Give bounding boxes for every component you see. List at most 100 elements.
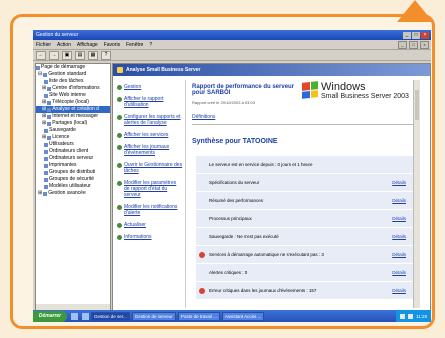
task-icon bbox=[117, 181, 122, 186]
tree-item-users[interactable]: Utilisateurs bbox=[36, 141, 110, 148]
show-tree-icon[interactable]: ▤ bbox=[75, 50, 85, 60]
task-gestion[interactable]: Gestion bbox=[117, 84, 183, 90]
tree-item-distribution-groups[interactable]: Groupes de distributi bbox=[36, 169, 110, 176]
help-icon[interactable]: ? bbox=[101, 50, 111, 60]
scrollbar-thumb[interactable] bbox=[415, 90, 419, 120]
details-link[interactable]: Détails bbox=[392, 288, 406, 293]
task-view-services[interactable]: Afficher les services bbox=[117, 132, 183, 138]
table-row: Services à démarrage automatique ne s'ex… bbox=[196, 246, 414, 263]
task-modify-alerts[interactable]: Modifier les notifications d'alerte bbox=[117, 204, 183, 216]
report-separator bbox=[192, 124, 414, 125]
tree-item-license[interactable]: ⊞ Licence bbox=[36, 134, 110, 141]
tree-item-user-templates[interactable]: Modèles utilisateur bbox=[36, 183, 110, 190]
collapse-icon: ⊟ bbox=[38, 71, 43, 77]
fax-icon bbox=[47, 100, 52, 105]
tree-item-standard-management[interactable]: ⊟ Gestion standard bbox=[36, 71, 110, 78]
taskbar-button-gestion[interactable]: Gestion de ser... bbox=[91, 311, 130, 321]
printer-icon bbox=[44, 163, 48, 168]
tree-item-task-list[interactable]: liste des tâches bbox=[36, 78, 110, 85]
screenshot-window: Gestion du serveur _ □ × Fichier Action … bbox=[33, 30, 431, 322]
task-open-task-manager[interactable]: Ouvrir le Gestionnaire des tâches bbox=[117, 162, 183, 174]
tree-item-client-computers[interactable]: Ordinateurs client bbox=[36, 148, 110, 155]
info-icon bbox=[47, 86, 52, 91]
tray-volume-icon[interactable] bbox=[408, 313, 414, 319]
up-folder-icon[interactable]: ▣ bbox=[62, 50, 72, 60]
back-arrow-icon[interactable]: ← bbox=[36, 50, 46, 60]
menu-help[interactable]: ? bbox=[149, 42, 152, 48]
tree-item-printers[interactable]: Imprimantes bbox=[36, 162, 110, 169]
task-view-event-logs[interactable]: Afficher les journaux d'événements bbox=[117, 144, 183, 156]
expand-icon: ⊞ bbox=[42, 113, 47, 119]
users-icon bbox=[44, 142, 48, 147]
task-modify-report-settings[interactable]: Modifier les paramètres de rapport d'éta… bbox=[117, 180, 183, 198]
details-link[interactable]: Détails bbox=[392, 252, 406, 257]
quick-launch-icon[interactable] bbox=[71, 312, 78, 320]
export-icon[interactable]: ▦ bbox=[88, 50, 98, 60]
start-button[interactable]: Démarrer bbox=[33, 310, 67, 322]
task-refresh[interactable]: Actualiser bbox=[117, 222, 183, 228]
task-configure-reports[interactable]: Configurer les rapports et alertes de l'… bbox=[117, 114, 183, 126]
details-link[interactable]: Détails bbox=[392, 234, 406, 239]
tree-item-internet-messaging[interactable]: ⊞ Internet et messager bbox=[36, 113, 110, 120]
tree-item-monitoring[interactable]: ⊞ Analyse et création d bbox=[36, 106, 110, 113]
menu-file[interactable]: Fichier bbox=[36, 42, 51, 48]
taskbar-button-gestion-serveur[interactable]: Gestion de serveur bbox=[131, 311, 176, 321]
minimize-button[interactable]: _ bbox=[403, 31, 411, 39]
details-pane: Analyse Small Business Server Gestion Af… bbox=[112, 63, 431, 311]
report-vertical-scrollbar[interactable] bbox=[413, 80, 420, 308]
maximize-button[interactable]: □ bbox=[412, 31, 420, 39]
tree-item-internal-website[interactable]: Site Web interne bbox=[36, 92, 110, 99]
menu-view[interactable]: Affichage bbox=[77, 42, 98, 48]
menu-favorites[interactable]: Favoris bbox=[104, 42, 120, 48]
table-row: Erreur critiques dans les journaux d'évé… bbox=[196, 282, 414, 299]
details-link[interactable]: Détails bbox=[392, 270, 406, 275]
table-row: Processus principaux Détails bbox=[196, 210, 414, 227]
report-title: Rapport de performance du serveur pour S… bbox=[192, 84, 295, 96]
task-icon bbox=[117, 115, 122, 120]
tree-item-start-page[interactable]: Page de démarrage bbox=[36, 64, 110, 71]
tree-item-server-computers[interactable]: Ordinateurs serveur bbox=[36, 155, 110, 162]
child-minimize-button[interactable]: _ bbox=[398, 40, 407, 49]
taskbar-button-assistant[interactable]: Assistant Accès ... bbox=[221, 311, 265, 321]
quick-launch-icon[interactable] bbox=[82, 312, 89, 320]
details-link[interactable]: Détails bbox=[392, 216, 406, 221]
menu-window[interactable]: Fenêtre bbox=[126, 42, 143, 48]
chart-icon bbox=[47, 107, 52, 112]
tree-item-shares[interactable]: ⊞ Partages (local) bbox=[36, 120, 110, 127]
forward-arrow-icon[interactable]: → bbox=[49, 50, 59, 60]
error-icon bbox=[199, 251, 205, 258]
child-maximize-button[interactable]: □ bbox=[409, 40, 418, 49]
task-usage-report[interactable]: Afficher le rapport d'utilisation bbox=[117, 96, 183, 108]
expand-icon: ⊞ bbox=[42, 134, 47, 140]
details-link[interactable]: Détails bbox=[392, 180, 406, 185]
expand-icon: ⊞ bbox=[38, 190, 43, 196]
brand-windows: Windows bbox=[321, 81, 366, 93]
error-icon bbox=[199, 287, 205, 294]
menu-action[interactable]: Action bbox=[57, 42, 71, 48]
system-tray: 11:29 bbox=[396, 310, 431, 322]
task-icon bbox=[117, 133, 122, 138]
definitions-link[interactable]: Définitions bbox=[192, 114, 215, 120]
task-information[interactable]: Informations bbox=[117, 234, 183, 240]
tree-item-security-groups[interactable]: Groupes de sécurité bbox=[36, 176, 110, 183]
tray-network-icon[interactable] bbox=[400, 313, 406, 319]
clock: 11:29 bbox=[416, 313, 427, 319]
computer-icon bbox=[44, 149, 48, 154]
info-icon bbox=[117, 235, 122, 240]
child-close-button[interactable]: × bbox=[420, 40, 429, 49]
windows-logo: Windows Small Business Server 2003 bbox=[302, 81, 409, 100]
tree-item-backup[interactable]: Sauvegarde bbox=[36, 127, 110, 134]
close-button[interactable]: × bbox=[421, 31, 429, 39]
share-icon bbox=[47, 121, 52, 126]
taskbar-button-poste-travail[interactable]: Poste de travail ... bbox=[177, 311, 220, 321]
panel-title: Analyse Small Business Server bbox=[126, 67, 201, 73]
page-icon bbox=[36, 65, 40, 70]
tree-item-advanced-management[interactable]: ⊞ Gestion avancée bbox=[36, 190, 110, 197]
expand-icon: ⊞ bbox=[42, 106, 47, 112]
tree-item-fax[interactable]: ⊞ Télécopie (local) bbox=[36, 99, 110, 106]
windows-flag-icon bbox=[302, 81, 318, 99]
summary-title: Synthèse pour TATOOINE bbox=[192, 138, 278, 145]
details-link[interactable]: Détails bbox=[392, 198, 406, 203]
tree-item-info-center[interactable]: ⊞ Centre d'informations bbox=[36, 85, 110, 92]
backup-icon bbox=[44, 128, 48, 133]
